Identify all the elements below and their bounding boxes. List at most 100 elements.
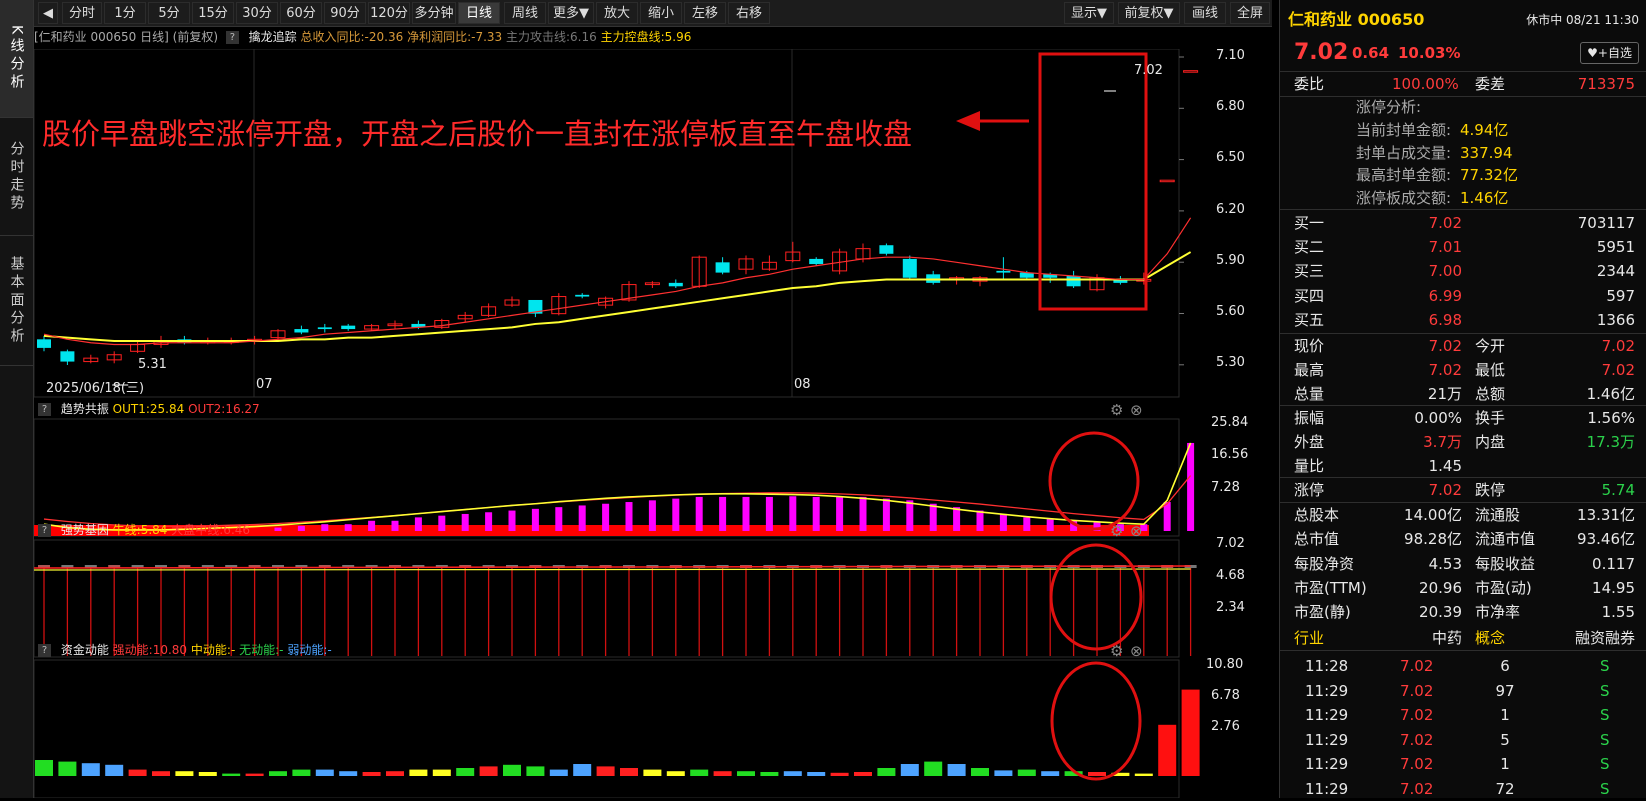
zoom-in-button[interactable]: 放大 (596, 2, 638, 24)
date-month-08: 08 (794, 377, 811, 392)
period-button-5min[interactable]: 5分 (148, 2, 190, 24)
price-row: 7.02 0.64 10.03% ♥+自选 (1280, 38, 1646, 68)
sub3-tick: 10.80 (1206, 657, 1244, 672)
sub3-bar (198, 772, 217, 776)
sub1-bar (485, 512, 493, 531)
stat-value: 1.45 (1428, 457, 1462, 475)
help-icon[interactable]: ? (225, 31, 239, 44)
bid-label: 买三 (1294, 262, 1325, 281)
period-button-30min[interactable]: 30分 (236, 2, 278, 24)
sub1-tick: 7.28 (1211, 480, 1240, 495)
price-tick: 5.30 (1216, 355, 1245, 370)
tick-side: S (1600, 730, 1610, 749)
sub3-bar (830, 772, 849, 776)
chart-area[interactable]: [仁和药业 000650 日线] (前复权) ? 擒龙追踪 总收入同比:-20.… (34, 27, 1272, 798)
tick-price: 7.02 (1400, 681, 1434, 700)
close-icon[interactable]: ⊗ (1130, 522, 1143, 540)
period-button-multi[interactable]: 多分钟 (412, 2, 456, 24)
stat-value: 1.46亿 (1586, 385, 1635, 403)
limit-label: 封单占成交量: (1356, 143, 1452, 162)
help-icon[interactable]: ? (38, 524, 51, 537)
candle-body (317, 327, 332, 330)
sub3-bar (58, 761, 77, 776)
back-button[interactable]: ◀ (38, 2, 58, 24)
fund-value: 14.00亿 (1404, 506, 1462, 524)
sub3-bar (315, 769, 334, 776)
concept-label[interactable]: 概念 (1475, 626, 1505, 650)
tick-side: S (1600, 706, 1610, 724)
sub3-bar (105, 764, 124, 776)
tick-price: 7.02 (1400, 730, 1434, 749)
sub1-bar (321, 524, 329, 531)
sub1-bar (929, 503, 937, 531)
zoom-out-button[interactable]: 缩小 (640, 2, 682, 24)
price-tick: 5.60 (1216, 304, 1245, 319)
tab-kline[interactable]: K线分析 (0, 0, 33, 118)
highlight-circle (1049, 543, 1143, 651)
bid-label: 买四 (1294, 286, 1325, 305)
sub1-bar (1023, 517, 1031, 531)
fund-value: 4.53 (1428, 554, 1462, 573)
annotation-text: 股价早盘跳空涨停开盘，开盘之后股价一直封在涨停板直至午盘收盘 (42, 117, 913, 151)
weibi-value: 100.00% (1392, 75, 1459, 93)
period-button-daily[interactable]: 日线 (458, 2, 500, 24)
tick-row: 11:29 7.02 1 S (1280, 703, 1646, 727)
sub3-bar (666, 771, 685, 776)
concept-value[interactable]: 融资融券 (1575, 626, 1635, 650)
fullscreen-button[interactable]: 全屏 (1230, 2, 1270, 24)
gear-icon[interactable]: ⚙ (1110, 642, 1123, 660)
bid-row: 买三 7.00 2344 (1280, 259, 1646, 283)
sub3-bar (175, 771, 194, 776)
move-right-button[interactable]: 右移 (728, 2, 770, 24)
bid-price: 6.98 (1428, 310, 1462, 329)
period-button-120min[interactable]: 120分 (368, 2, 410, 24)
sub3-bar (1158, 724, 1177, 776)
close-icon[interactable]: ⊗ (1130, 401, 1143, 419)
fund-value: 1.55 (1601, 603, 1635, 622)
stat-row: 振幅 0.00% 换手 1.56% (1280, 406, 1646, 430)
sub1-bar (531, 508, 539, 531)
limit-row: 涨停板成交额: 1.46亿 (1280, 186, 1646, 210)
tab-fundamental[interactable]: 基本面分析 (0, 236, 33, 366)
sub1-bar (438, 515, 446, 531)
sub3-bar (222, 773, 241, 776)
fund-label: 总市值 (1294, 530, 1340, 549)
period-button-60min[interactable]: 60分 (280, 2, 322, 24)
help-icon[interactable]: ? (38, 644, 51, 657)
adjust-dropdown[interactable]: 前复权▼ (1118, 2, 1180, 24)
period-button-weekly[interactable]: 周线 (504, 2, 546, 24)
draw-line-button[interactable]: 画线 (1184, 2, 1226, 24)
tick-price: 7.02 (1400, 706, 1434, 724)
sub1-out1-line (43, 442, 1192, 531)
display-dropdown[interactable]: 显示▼ (1064, 2, 1114, 24)
bid-volume: 1366 (1596, 310, 1635, 329)
add-favorite-button[interactable]: ♥+自选 (1580, 42, 1639, 64)
price-change: 0.64 (1352, 44, 1390, 62)
fund-label: 市盈(TTM) (1294, 578, 1367, 597)
help-icon[interactable]: ? (38, 403, 51, 416)
gear-icon[interactable]: ⚙ (1110, 522, 1123, 540)
tick-side: S (1600, 755, 1610, 773)
period-button-90min[interactable]: 90分 (324, 2, 366, 24)
bid-volume: 5951 (1596, 238, 1635, 257)
price-tick: 5.90 (1216, 253, 1245, 268)
bid-row: 买四 6.99 597 (1280, 284, 1646, 308)
candle-body (341, 325, 356, 330)
industry-value[interactable]: 中药 (1426, 626, 1462, 650)
sub3-strong: 强动能:10.80 (112, 643, 188, 657)
tab-fundamental-label: 基本面分析 (8, 255, 25, 346)
period-button-1min[interactable]: 1分 (104, 2, 146, 24)
tick-time: 11:28 (1305, 657, 1349, 675)
kline-svg[interactable] (34, 49, 1272, 798)
close-icon[interactable]: ⊗ (1130, 642, 1143, 660)
sub1-bar (859, 496, 867, 531)
tab-intraday[interactable]: 分时走势 (0, 118, 33, 236)
tick-price: 7.02 (1400, 779, 1434, 798)
move-left-button[interactable]: 左移 (684, 2, 726, 24)
more-dropdown[interactable]: 更多▼ (548, 2, 594, 24)
gear-icon[interactable]: ⚙ (1110, 401, 1123, 419)
limit-value: 1.46亿 (1460, 188, 1509, 207)
period-button-15min[interactable]: 15分 (192, 2, 234, 24)
period-button-fenshi[interactable]: 分时 (62, 2, 102, 24)
industry-label[interactable]: 行业 (1294, 626, 1324, 650)
